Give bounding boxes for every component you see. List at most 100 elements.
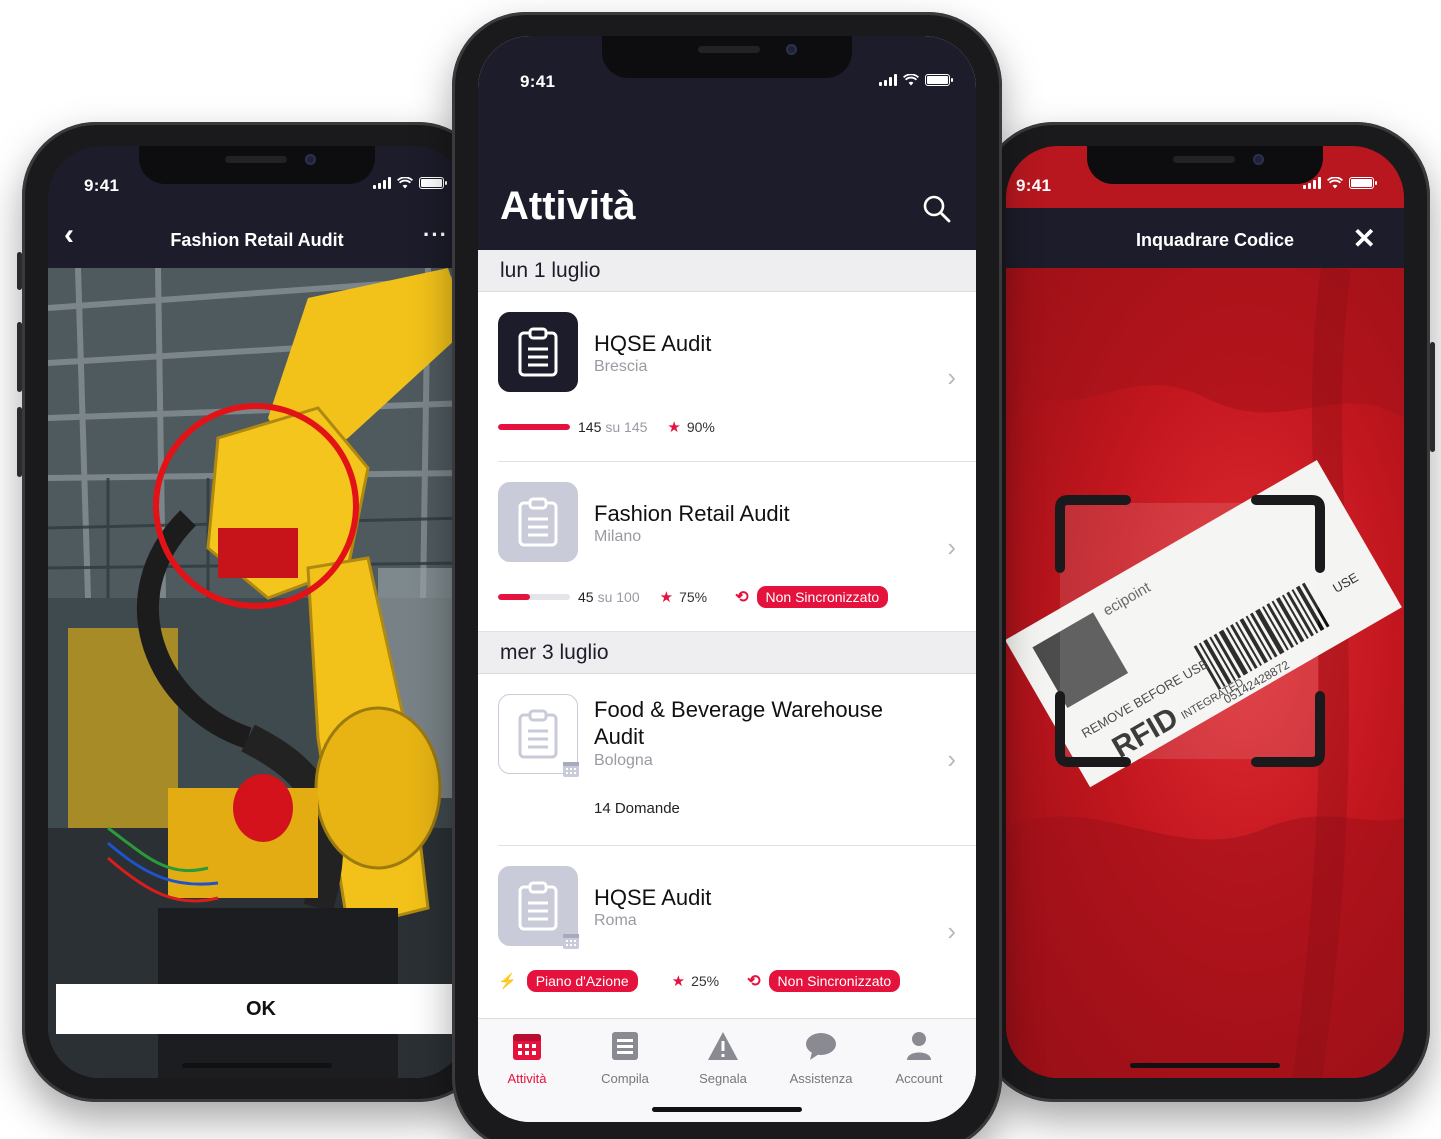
ok-button[interactable]: OK [56,984,466,1034]
mute-switch [17,252,22,290]
home-indicator [652,1107,802,1112]
tab-account[interactable]: Account [870,1027,968,1086]
activity-title: HQSE Audit [594,331,712,356]
wifi-icon [903,74,919,86]
volume-up-button [17,322,22,392]
status-time: 9:41 [520,72,556,91]
activity-meta: 145 su 145 ★ 90% [498,418,715,436]
tab-bar: Attività Compila Segnala Assistenza Acco… [478,1018,976,1122]
tab-label: Account [895,1071,943,1086]
camera-viewfinder: REMOVE BEFORE USE RFID INTEGRATED 051424… [1006,268,1404,1078]
status-icons [373,177,447,189]
score: 75% [679,589,708,605]
star-icon: ★ [671,973,686,990]
battery-icon [925,74,953,86]
user-icon [907,1032,931,1060]
chat-icon [806,1033,836,1060]
more-icon[interactable]: ··· [423,222,448,248]
tab-label: Segnala [699,1071,747,1086]
chevron-right-icon: › [947,532,956,562]
activity-location: Milano [594,528,642,545]
form-icon [612,1032,638,1060]
tab-label: Compila [601,1071,649,1086]
activity-location: Roma [594,912,637,929]
warning-icon [708,1032,738,1060]
tab-compila[interactable]: Compila [576,1027,674,1086]
progress-done: 45 [578,589,594,605]
nav-title: Fashion Retail Audit [170,230,344,250]
activity-card-food-bologna[interactable]: Food & Beverage Warehouse Audit Bologna … [498,674,976,846]
wifi-icon [1327,177,1343,189]
activity-location: Bologna [594,752,653,769]
clipboard-icon [498,312,578,392]
robot-arm-image [48,268,466,1078]
activity-card-hqse-roma[interactable]: HQSE Audit Roma › ⚡ Piano d'Azione ★ 25%… [498,846,976,1020]
status-time: 9:41 [1016,176,1052,195]
star-icon: ★ [659,589,674,606]
sync-status-badge: Non Sincronizzato [756,586,889,608]
activity-location: Brescia [594,358,648,375]
calendar-small-icon [563,934,579,949]
left-phone: 9:41 ‹ Fashion Retail Audit ··· OK [17,122,492,1102]
score: 90% [686,419,715,435]
progress-done: 145 [578,419,602,435]
clipboard-icon [498,482,578,562]
activity-card-fashion-milano[interactable]: Fashion Retail Audit Milano › 45 su 100 … [478,462,976,632]
signal-icon [879,74,897,86]
home-indicator [182,1063,332,1068]
score: 25% [691,973,720,989]
activity-list: lun 1 luglio HQSE Audit Brescia › 145 su… [478,250,976,1020]
activity-title: HQSE Audit [594,885,712,910]
activity-meta: 45 su 100 ★ 75% ⟲ Non Sincronizzato [498,586,889,608]
calendar-icon [513,1034,541,1060]
close-icon[interactable]: ✕ [1353,222,1376,255]
calendar-small-icon [563,762,579,777]
notch [139,146,375,184]
sync-icon: ⟲ [735,589,749,606]
status-icons [879,74,953,86]
notch [1087,146,1323,184]
sync-icon: ⟲ [747,973,761,990]
right-screen: 9:41 Inquadrare Codice ✕ REMOVE BEFORE U… [1006,146,1404,1078]
star-icon: ★ [667,419,681,436]
left-screen: 9:41 ‹ Fashion Retail Audit ··· OK [48,146,466,1078]
tab-label: Attività [507,1071,547,1086]
tab-attivita[interactable]: Attività [478,1027,576,1086]
activity-title: Food & Beverage Warehouse Audit [594,697,884,749]
wifi-icon [397,177,413,189]
home-indicator [1130,1063,1280,1068]
progress-total: su 145 [605,419,648,435]
action-plan-badge: Piano d'Azione [526,970,638,992]
right-phone: 9:41 Inquadrare Codice ✕ REMOVE BEFORE U… [980,122,1435,1102]
chevron-right-icon: › [947,362,956,392]
tab-assistenza[interactable]: Assistenza [772,1027,870,1086]
nav-bar: ‹ Fashion Retail Audit ··· [48,208,466,268]
scan-scene: REMOVE BEFORE USE RFID INTEGRATED 051424… [1006,268,1404,1078]
battery-icon [419,177,447,189]
progress-bar [498,424,570,430]
notch [602,36,852,78]
power-button [1430,342,1435,452]
center-screen: 9:41 Attività lun 1 luglio HQSE Audit Br… [478,36,976,1122]
activity-card-hqse-brescia[interactable]: HQSE Audit Brescia › 145 su 145 ★ 90% [498,292,976,462]
search-icon[interactable] [922,194,952,224]
activity-meta: ⚡ Piano d'Azione ★ 25% ⟲ Non Sincronizza… [498,970,901,992]
chevron-right-icon: › [947,744,956,774]
date-header: mer 3 luglio [478,632,976,674]
center-phone: 9:41 Attività lun 1 luglio HQSE Audit Br… [452,12,1002,1139]
inspection-photo [48,268,466,1078]
scan-area [1060,503,1318,759]
date-header: lun 1 luglio [478,250,976,292]
tab-label: Assistenza [789,1071,853,1086]
app-showcase: 9:41 ‹ Fashion Retail Audit ··· OK 9:41 … [0,0,1441,1139]
signal-icon [373,177,391,189]
status-time: 9:41 [84,176,120,195]
lightning-icon: ⚡ [498,973,517,990]
tab-segnala[interactable]: Segnala [674,1027,772,1086]
battery-icon [1349,177,1377,189]
nav-title: Inquadrare Codice [1135,230,1295,250]
nav-bar: Inquadrare Codice ✕ [1006,208,1404,268]
sync-status-badge: Non Sincronizzato [768,970,901,992]
progress-bar [498,594,570,600]
activity-title: Fashion Retail Audit [594,501,790,526]
